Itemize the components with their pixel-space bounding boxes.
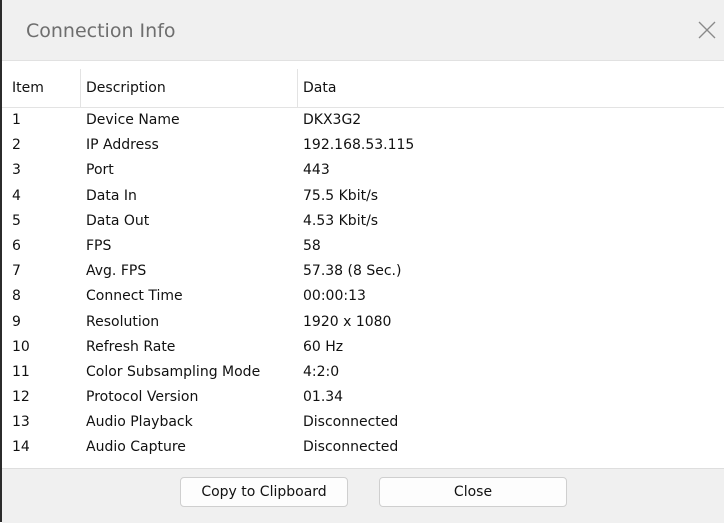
cell-description: Data In	[86, 187, 137, 204]
cell-data: 75.5 Kbit/s	[303, 187, 379, 204]
table-row[interactable]: 2 IP Address 192.168.53.115	[2, 133, 724, 158]
table-row[interactable]: 7 Avg. FPS 57.38 (8 Sec.)	[2, 259, 724, 284]
table-body: 1 Device Name DKX3G2 2 IP Address 192.168.53.…	[2, 108, 724, 461]
table-row[interactable]: 10 Refresh Rate 60 Hz	[2, 335, 724, 360]
close-icon[interactable]	[696, 19, 718, 41]
cell-item: 12	[12, 389, 30, 406]
cell-item: 9	[12, 313, 21, 330]
column-header-description[interactable]: Description	[86, 69, 166, 107]
cell-description: Connect Time	[86, 288, 183, 305]
cell-data: DKX3G2	[303, 112, 362, 128]
button-bar: Copy to Clipboard Close	[2, 468, 724, 523]
cell-item: 14	[12, 439, 30, 456]
cell-description: Audio Capture	[86, 439, 186, 456]
cell-item: 6	[12, 237, 21, 254]
cell-item: 8	[12, 288, 21, 305]
table-row[interactable]: 1 Device Name DKX3G2	[2, 108, 724, 133]
cell-item: 1	[12, 112, 21, 128]
cell-item: 13	[12, 414, 30, 431]
column-separator[interactable]	[80, 69, 81, 107]
table-row[interactable]: 6 FPS 58	[2, 234, 724, 259]
cell-data: 00:00:13	[303, 288, 366, 305]
cell-data: 57.38 (8 Sec.)	[303, 263, 402, 280]
column-header-item[interactable]: Item	[12, 69, 44, 107]
cell-description: Color Subsampling Mode	[86, 363, 261, 380]
cell-data: 1920 x 1080	[303, 313, 392, 330]
cell-data: Disconnected	[303, 414, 399, 431]
cell-item: 3	[12, 162, 21, 179]
cell-description: IP Address	[86, 137, 159, 154]
cell-data: 01.34	[303, 389, 344, 406]
cell-description: Data Out	[86, 212, 150, 229]
title-bar: Connection Info	[2, 0, 724, 61]
cell-data: 58	[303, 237, 321, 254]
table-row[interactable]: 9 Resolution 1920 x 1080	[2, 310, 724, 335]
copy-to-clipboard-button[interactable]: Copy to Clipboard	[180, 477, 348, 507]
table-row[interactable]: 4 Data In 75.5 Kbit/s	[2, 184, 724, 209]
cell-item: 10	[12, 338, 30, 355]
cell-item: 11	[12, 363, 30, 380]
table-row[interactable]: 12 Protocol Version 01.34	[2, 385, 724, 410]
connection-info-table: Item Description Data 1 Device Name DKX3G2…	[2, 69, 724, 461]
table-header: Item Description Data	[2, 69, 724, 108]
column-separator[interactable]	[297, 69, 298, 107]
cell-description: Protocol Version	[86, 389, 199, 406]
table-row[interactable]: 13 Audio Playback Disconnected	[2, 410, 724, 435]
cell-description: Port	[86, 162, 114, 179]
cell-data: 4.53 Kbit/s	[303, 212, 379, 229]
cell-description: Audio Playback	[86, 414, 193, 431]
cell-data: 443	[303, 162, 330, 179]
cell-data: Disconnected	[303, 439, 399, 456]
table-row[interactable]: 8 Connect Time 00:00:13	[2, 284, 724, 309]
cell-data: 60 Hz	[303, 338, 344, 355]
table-row[interactable]: 14 Audio Capture Disconnected	[2, 435, 724, 460]
dialog-title: Connection Info	[26, 20, 176, 42]
connection-info-dialog: Connection Info Item Description Data 1 D…	[0, 0, 724, 523]
cell-item: 4	[12, 187, 21, 204]
cell-description: FPS	[86, 237, 112, 254]
cell-item: 7	[12, 263, 21, 280]
cell-data: 192.168.53.115	[303, 137, 415, 154]
column-header-data[interactable]: Data	[303, 69, 336, 107]
cell-item: 2	[12, 137, 21, 154]
close-button[interactable]: Close	[379, 477, 567, 507]
cell-description: Avg. FPS	[86, 263, 147, 280]
cell-data: 4:2:0	[303, 363, 340, 380]
cell-item: 5	[12, 212, 21, 229]
table-row[interactable]: 11 Color Subsampling Mode 4:2:0	[2, 360, 724, 385]
table-row[interactable]: 5 Data Out 4.53 Kbit/s	[2, 209, 724, 234]
cell-description: Device Name	[86, 112, 180, 128]
table-row[interactable]: 3 Port 443	[2, 158, 724, 183]
cell-description: Resolution	[86, 313, 160, 330]
cell-description: Refresh Rate	[86, 338, 176, 355]
